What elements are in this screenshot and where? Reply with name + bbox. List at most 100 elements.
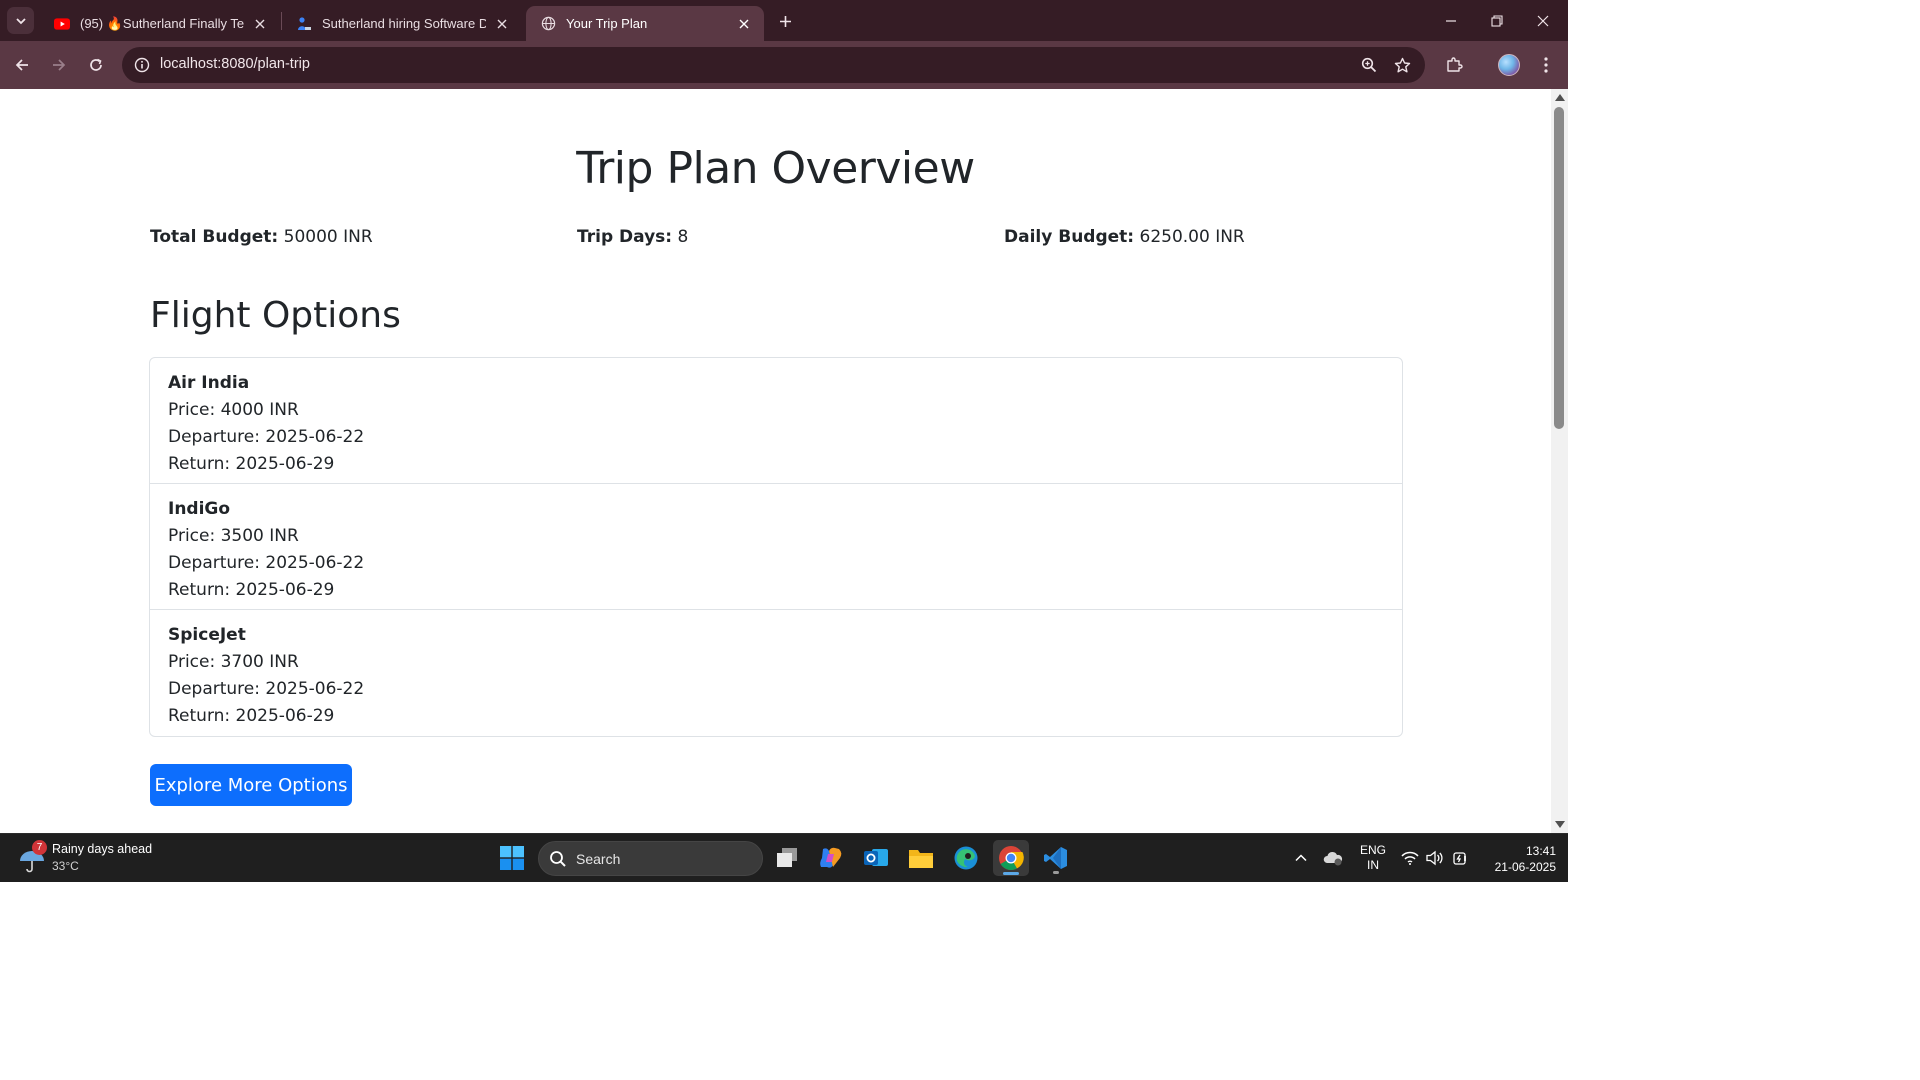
- flight-option-spicejet: SpiceJet Price: 3700 INR Departure: 2025…: [150, 610, 1402, 736]
- tab-search-button[interactable]: [7, 7, 34, 34]
- page-scrollbar[interactable]: [1551, 89, 1568, 833]
- flight-return: Return: 2025-06-29: [168, 580, 335, 600]
- language-code: ENG: [1359, 843, 1386, 857]
- trip-days-label: Trip Days:: [577, 227, 673, 247]
- restore-window-button[interactable]: [1474, 0, 1520, 41]
- wifi-tray[interactable]: [1400, 848, 1420, 868]
- taskbar: 7 Rainy days ahead 33°C Search ENG IN 13…: [0, 833, 1568, 882]
- battery-tray[interactable]: [1450, 848, 1470, 868]
- volume-tray[interactable]: [1425, 848, 1445, 868]
- daily-budget: Daily Budget: 6250.00 INR: [1004, 227, 1245, 247]
- active-app-indicator: [1003, 872, 1019, 875]
- scroll-down-arrow[interactable]: [1555, 821, 1565, 828]
- tab-title: Sutherland hiring Software Developer: [322, 16, 486, 31]
- extensions-button[interactable]: [1441, 52, 1467, 78]
- trip-days-value: 8: [677, 227, 689, 247]
- browser-toolbar: localhost:8080/plan-trip: [0, 41, 1568, 89]
- region-code: IN: [1367, 858, 1379, 872]
- flight-options-list: Air India Price: 4000 INR Departure: 202…: [149, 357, 1403, 737]
- onedrive-tray[interactable]: [1323, 848, 1343, 868]
- job-site-icon: [296, 16, 312, 32]
- windows-logo-icon: [500, 846, 524, 870]
- file-explorer-app[interactable]: [903, 840, 939, 876]
- tab-trip-plan[interactable]: Your Trip Plan: [526, 6, 764, 41]
- youtube-icon: [54, 16, 70, 32]
- zoom-icon[interactable]: [1357, 53, 1381, 77]
- show-hidden-icons-button[interactable]: [1291, 848, 1311, 868]
- flight-departure: Departure: 2025-06-22: [168, 553, 365, 573]
- close-tab-icon[interactable]: [492, 14, 512, 34]
- system-clock[interactable]: 13:41 21-06-2025: [1478, 843, 1556, 875]
- speaker-icon: [1426, 850, 1443, 866]
- daily-budget-label: Daily Budget:: [1004, 227, 1135, 247]
- trip-days: Trip Days: 8: [577, 227, 688, 247]
- input-language[interactable]: ENG IN: [1358, 843, 1388, 873]
- chevron-down-icon: [15, 17, 26, 24]
- minimize-icon: [1446, 19, 1456, 22]
- browser-menu-button[interactable]: [1533, 52, 1559, 78]
- back-button[interactable]: [7, 50, 37, 80]
- airline-name: IndiGo: [168, 499, 231, 519]
- explore-more-options-button[interactable]: Explore More Options: [150, 764, 352, 806]
- arrow-left-icon: [15, 59, 28, 71]
- tab-title: Your Trip Plan: [566, 16, 648, 31]
- flight-departure: Departure: 2025-06-22: [168, 427, 365, 447]
- chrome-app[interactable]: [993, 840, 1029, 876]
- airline-name: Air India: [168, 373, 250, 393]
- taskbar-search[interactable]: Search: [538, 841, 763, 876]
- vscode-app[interactable]: [1038, 840, 1074, 876]
- cloud-icon: [1323, 851, 1343, 866]
- flight-option-indigo: IndiGo Price: 3500 INR Departure: 2025-0…: [150, 484, 1402, 610]
- total-budget-value: 50000 INR: [283, 227, 373, 247]
- battery-charging-icon: [1453, 852, 1466, 865]
- flight-options-heading: Flight Options: [150, 295, 401, 336]
- clock-date: 21-06-2025: [1494, 860, 1556, 874]
- weather-title: Rainy days ahead: [52, 842, 153, 856]
- flight-price: Price: 4000 INR: [168, 400, 299, 420]
- globe-icon: [540, 16, 556, 32]
- daily-budget-value: 6250.00 INR: [1139, 227, 1245, 247]
- close-tab-icon[interactable]: [734, 14, 754, 34]
- clock-time: 13:41: [1525, 844, 1556, 858]
- page-title: Trip Plan Overview: [576, 143, 975, 194]
- weather-widget[interactable]: 7 Rainy days ahead 33°C: [18, 840, 198, 878]
- chrome-icon: [999, 846, 1024, 871]
- task-view-button[interactable]: [769, 840, 805, 876]
- puzzle-icon: [1447, 57, 1463, 72]
- search-placeholder: Search: [576, 851, 621, 867]
- weather-temperature: 33°C: [52, 859, 79, 873]
- profile-avatar[interactable]: [1498, 54, 1520, 76]
- new-tab-button[interactable]: [772, 8, 798, 34]
- site-info-icon[interactable]: [130, 53, 154, 77]
- folder-icon: [909, 850, 933, 868]
- minimize-window-button[interactable]: [1428, 0, 1474, 41]
- restore-icon: [1491, 14, 1503, 27]
- scroll-up-arrow[interactable]: [1555, 94, 1565, 101]
- tab-job-listing[interactable]: Sutherland hiring Software Developer: [282, 6, 522, 41]
- wifi-icon: [1401, 851, 1419, 865]
- airline-name: SpiceJet: [168, 625, 246, 645]
- vscode-icon: [1044, 847, 1067, 869]
- close-tab-icon[interactable]: [250, 14, 270, 34]
- outlook-app[interactable]: [858, 840, 894, 876]
- total-budget: Total Budget: 50000 INR: [150, 227, 373, 247]
- flight-price: Price: 3500 INR: [168, 526, 299, 546]
- address-bar[interactable]: localhost:8080/plan-trip: [122, 47, 1425, 83]
- scrollbar-thumb[interactable]: [1554, 107, 1564, 429]
- flight-price: Price: 3700 INR: [168, 652, 299, 672]
- edge-browser-app[interactable]: [948, 840, 984, 876]
- copilot-app[interactable]: [813, 840, 849, 876]
- copilot-icon: [820, 847, 842, 868]
- reload-button[interactable]: [81, 50, 111, 80]
- url-text[interactable]: localhost:8080/plan-trip: [160, 56, 310, 72]
- forward-button[interactable]: [44, 50, 74, 80]
- tab-youtube[interactable]: (95) 🔥Sutherland Finally Tech Hiring: [40, 6, 280, 41]
- flight-departure: Departure: 2025-06-22: [168, 679, 365, 699]
- bookmark-star-icon[interactable]: [1390, 53, 1414, 77]
- outlook-icon: [864, 849, 888, 866]
- chevron-up-icon: [1295, 854, 1307, 862]
- weather-alert-badge: 7: [32, 840, 47, 855]
- flight-return: Return: 2025-06-29: [168, 454, 335, 474]
- close-window-button[interactable]: [1520, 0, 1566, 41]
- start-button[interactable]: [494, 840, 530, 876]
